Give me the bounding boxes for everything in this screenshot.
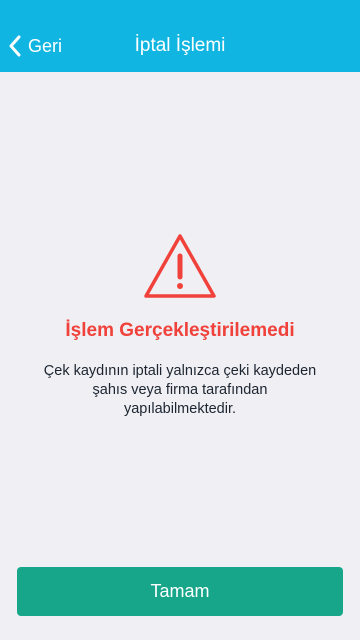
warning-triangle-icon [144,234,216,298]
error-message: Çek kaydının iptali yalnızca çeki kayded… [43,363,317,417]
navigation-bar: Geri İptal İşlemi [0,0,360,72]
error-title: İşlem Gerçekleştirilemedi [65,320,295,341]
ok-button[interactable]: Tamam [17,567,343,616]
page-title: İptal İşlemi [134,35,226,56]
alert-content: İşlem Gerçekleştirilemedi Çek kaydının i… [0,72,360,640]
